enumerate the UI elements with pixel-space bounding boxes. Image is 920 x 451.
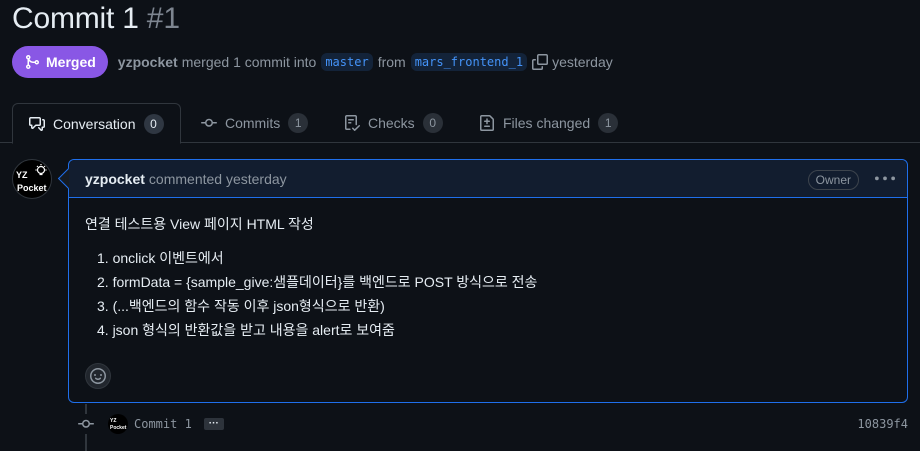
comment-author-link[interactable]: yzpocket	[85, 171, 145, 187]
copy-icon[interactable]	[532, 54, 549, 70]
pr-meta: Merged yzpocket merged 1 commit into mas…	[12, 46, 613, 78]
commit-message-link[interactable]: Commit 1	[134, 417, 192, 431]
pr-title: Commit 1	[12, 2, 139, 35]
timeline-commit-row: YZ Pocket Commit 1 ··· 10839f4	[76, 413, 908, 435]
comment-timestamp[interactable]: commented yesterday	[149, 171, 287, 187]
base-branch-link[interactable]: master	[321, 53, 373, 71]
tab-conversation[interactable]: Conversation 0	[12, 103, 181, 144]
from-text: from	[377, 54, 406, 70]
tab-checks[interactable]: Checks 0	[344, 103, 443, 143]
comment-body: 연결 테스트용 View 페이지 HTML 작성 1. onclick 이벤트에…	[69, 198, 907, 360]
avatar-text-bottom: Pocket	[17, 183, 47, 193]
commit-expand-button[interactable]: ···	[203, 418, 224, 430]
tab-files-changed-label: Files changed	[503, 115, 591, 131]
tab-checks-count: 0	[422, 113, 443, 133]
merge-action-text: merged 1 commit into	[181, 54, 317, 70]
tab-conversation-label: Conversation	[53, 115, 136, 132]
git-merge-icon	[26, 55, 40, 69]
file-diff-icon	[480, 115, 494, 131]
commit-author-avatar[interactable]: YZ Pocket	[108, 414, 128, 434]
merged-status-label: Merged	[46, 54, 96, 70]
pr-title-row: Commit 1 #1	[12, 2, 180, 40]
mini-avatar-text-top: YZ	[110, 418, 117, 424]
tab-files-changed-count: 1	[598, 113, 619, 133]
list-item: 3. (...백엔드의 함수 작동 이후 json형식으로 반환)	[97, 298, 385, 314]
mini-avatar-text-bottom: Pocket	[110, 425, 127, 431]
commit-sha-link[interactable]: 10839f4	[857, 417, 908, 431]
tab-conversation-count: 0	[143, 113, 164, 134]
merge-author-link[interactable]: yzpocket	[118, 54, 178, 70]
comment-heading: 연결 테스트용 View 페이지 HTML 작성	[85, 216, 314, 232]
merged-status-badge: Merged	[12, 46, 108, 78]
tab-files-changed[interactable]: Files changed 1	[479, 103, 619, 143]
tab-checks-label: Checks	[368, 115, 415, 131]
comment-discussion-icon	[29, 116, 45, 131]
lightbulb-icon	[35, 164, 47, 176]
merge-time: yesterday	[552, 54, 613, 70]
list-item: 1. onclick 이벤트에서	[97, 250, 224, 266]
git-commit-icon	[76, 414, 96, 434]
author-avatar[interactable]: YZ Pocket	[12, 159, 52, 199]
pr-tabs: Conversation 0 Commits 1 Checks 0 Files …	[0, 103, 920, 144]
avatar-text-top: YZ	[16, 170, 28, 180]
list-item: 2. formData = {sample_give:샘플데이터}를 백엔드로 …	[97, 274, 538, 290]
tab-commits-label: Commits	[225, 115, 281, 131]
comment-header: yzpocket commented yesterday Owner	[69, 160, 907, 198]
smiley-icon	[90, 368, 106, 384]
comment-steps-list: 1. onclick 이벤트에서 2. formData = {sample_g…	[85, 248, 891, 340]
kebab-horizontal-icon[interactable]	[875, 169, 895, 189]
pr-description-comment: yzpocket commented yesterday Owner 연결 테스…	[68, 159, 908, 403]
owner-badge: Owner	[807, 170, 859, 190]
head-branch-link[interactable]: mars_frontend_1	[410, 53, 528, 71]
git-commit-icon	[201, 118, 217, 127]
list-item: 4. json 형식의 반환값을 받고 내용을 alert로 보여줌	[97, 322, 395, 338]
tab-commits-count: 1	[288, 113, 309, 133]
pr-number: #1	[146, 2, 181, 35]
tab-commits[interactable]: Commits 1	[201, 103, 309, 143]
add-reaction-button[interactable]	[85, 363, 111, 389]
checklist-icon	[345, 115, 360, 131]
